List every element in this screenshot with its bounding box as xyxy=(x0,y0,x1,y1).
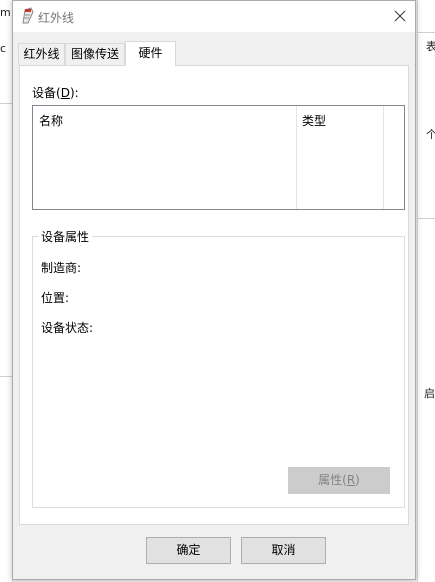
group-title: 设备属性 xyxy=(38,228,93,245)
tab-hardware[interactable]: 硬件 xyxy=(125,41,176,66)
location-label: 位置: xyxy=(41,291,70,305)
background-text: 启 xyxy=(424,387,435,400)
background-text: 表 xyxy=(426,40,435,53)
tab-strip: 红外线 图像传送 硬件 xyxy=(13,41,415,66)
close-button[interactable] xyxy=(385,1,415,32)
infrared-app-icon xyxy=(20,7,38,25)
title-bar[interactable]: 红外线 xyxy=(13,1,415,32)
column-header-name[interactable]: 名称 xyxy=(39,112,63,129)
tab-image-transfer[interactable]: 图像传送 xyxy=(65,43,125,65)
background-divider xyxy=(418,218,435,219)
background-window-right: 表 个 启 xyxy=(417,0,435,582)
tab-infrared[interactable]: 红外线 xyxy=(18,43,65,65)
background-divider xyxy=(418,32,435,33)
hardware-panel: 设备(D): 名称 类型 设备属性 制造商: 位置: 设备状态: 属性(R) xyxy=(19,65,409,525)
column-header-type[interactable]: 类型 xyxy=(302,112,326,129)
device-properties-group: 设备属性 制造商: 位置: 设备状态: 属性(R) xyxy=(32,228,405,508)
ok-button[interactable]: 确定 xyxy=(146,537,231,564)
background-text: 个 xyxy=(426,128,435,141)
column-separator[interactable] xyxy=(296,106,297,209)
device-status-label: 设备状态: xyxy=(41,321,94,335)
cancel-button[interactable]: 取消 xyxy=(241,537,326,564)
background-divider xyxy=(0,103,12,104)
close-icon xyxy=(394,10,406,22)
properties-button[interactable]: 属性(R) xyxy=(288,467,390,494)
window-title: 红外线 xyxy=(38,11,75,25)
infrared-dialog: 红外线 红外线 图像传送 硬件 设备(D): 名称 类型 设备属性 制造商: 位… xyxy=(12,0,416,580)
column-separator[interactable] xyxy=(383,106,384,209)
devices-label: 设备(D): xyxy=(32,86,79,100)
background-text: c xyxy=(0,42,7,55)
background-text: m xyxy=(0,6,11,19)
manufacturer-label: 制造商: xyxy=(41,261,82,275)
device-list[interactable]: 名称 类型 xyxy=(32,105,405,210)
background-divider xyxy=(0,376,12,377)
